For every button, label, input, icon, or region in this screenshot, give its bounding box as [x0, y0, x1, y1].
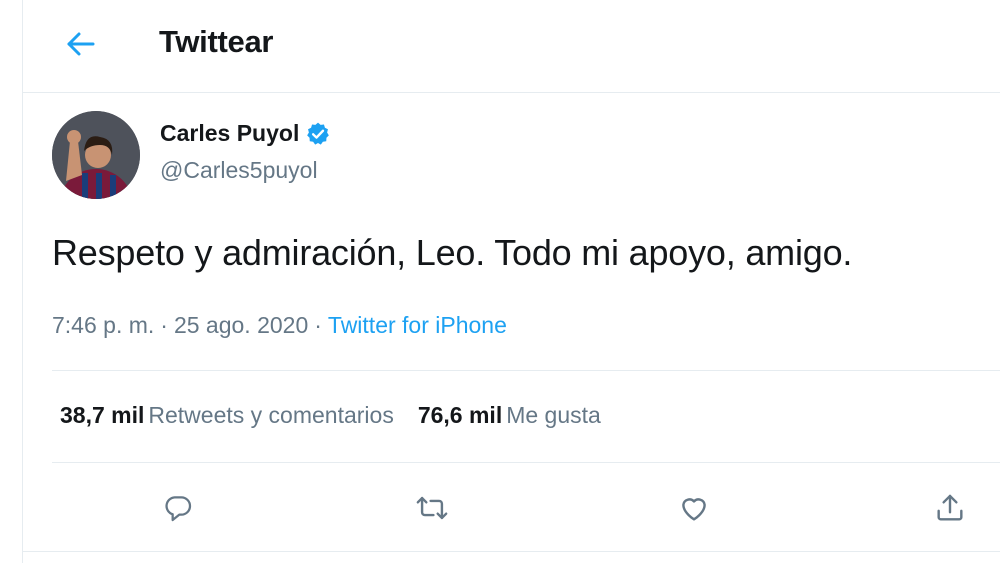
share-icon[interactable] — [930, 488, 970, 528]
header: Twittear — [23, 0, 1000, 93]
verified-badge-icon — [307, 122, 330, 145]
arrow-left-icon[interactable] — [63, 26, 99, 62]
tweet-text: Respeto y admiración, Leo. Todo mi apoyo… — [52, 232, 853, 273]
author-row: Carles Puyol — [160, 120, 331, 147]
likes-label: Me gusta — [506, 402, 601, 428]
like-icon[interactable] — [674, 488, 714, 528]
retweets-count: 38,7 mil — [60, 402, 145, 428]
tweet-meta: 7:46 p. m. · 25 ago. 2020 · Twitter for iPho… — [52, 312, 507, 339]
page-title: Twittear — [159, 24, 274, 59]
tweet-time[interactable]: 7:46 p. m. — [52, 312, 154, 338]
divider — [52, 462, 1000, 463]
retweets-stat[interactable]: 38,7 mil Retweets y comentarios — [60, 402, 394, 429]
retweets-label: Retweets y comentarios — [148, 402, 394, 428]
tweet-date[interactable]: 25 ago. 2020 — [174, 312, 308, 338]
bottom-border — [22, 551, 1000, 552]
likes-count: 76,6 mil — [417, 402, 503, 428]
reply-icon[interactable] — [158, 488, 198, 528]
author-handle[interactable]: @Carles5puyol — [160, 157, 318, 184]
meta-separator: · — [160, 312, 168, 338]
retweet-icon[interactable] — [412, 488, 452, 528]
meta-separator: · — [314, 312, 322, 338]
avatar[interactable] — [52, 111, 140, 199]
likes-stat[interactable]: 76,6 mil Me gusta — [418, 402, 601, 429]
author-name[interactable]: Carles Puyol — [160, 120, 299, 147]
divider — [52, 370, 1000, 371]
tweet-source-link[interactable]: Twitter for iPhone — [328, 312, 507, 338]
tweet-stats: 38,7 mil Retweets y comentarios 76,6 mil M… — [60, 402, 625, 429]
